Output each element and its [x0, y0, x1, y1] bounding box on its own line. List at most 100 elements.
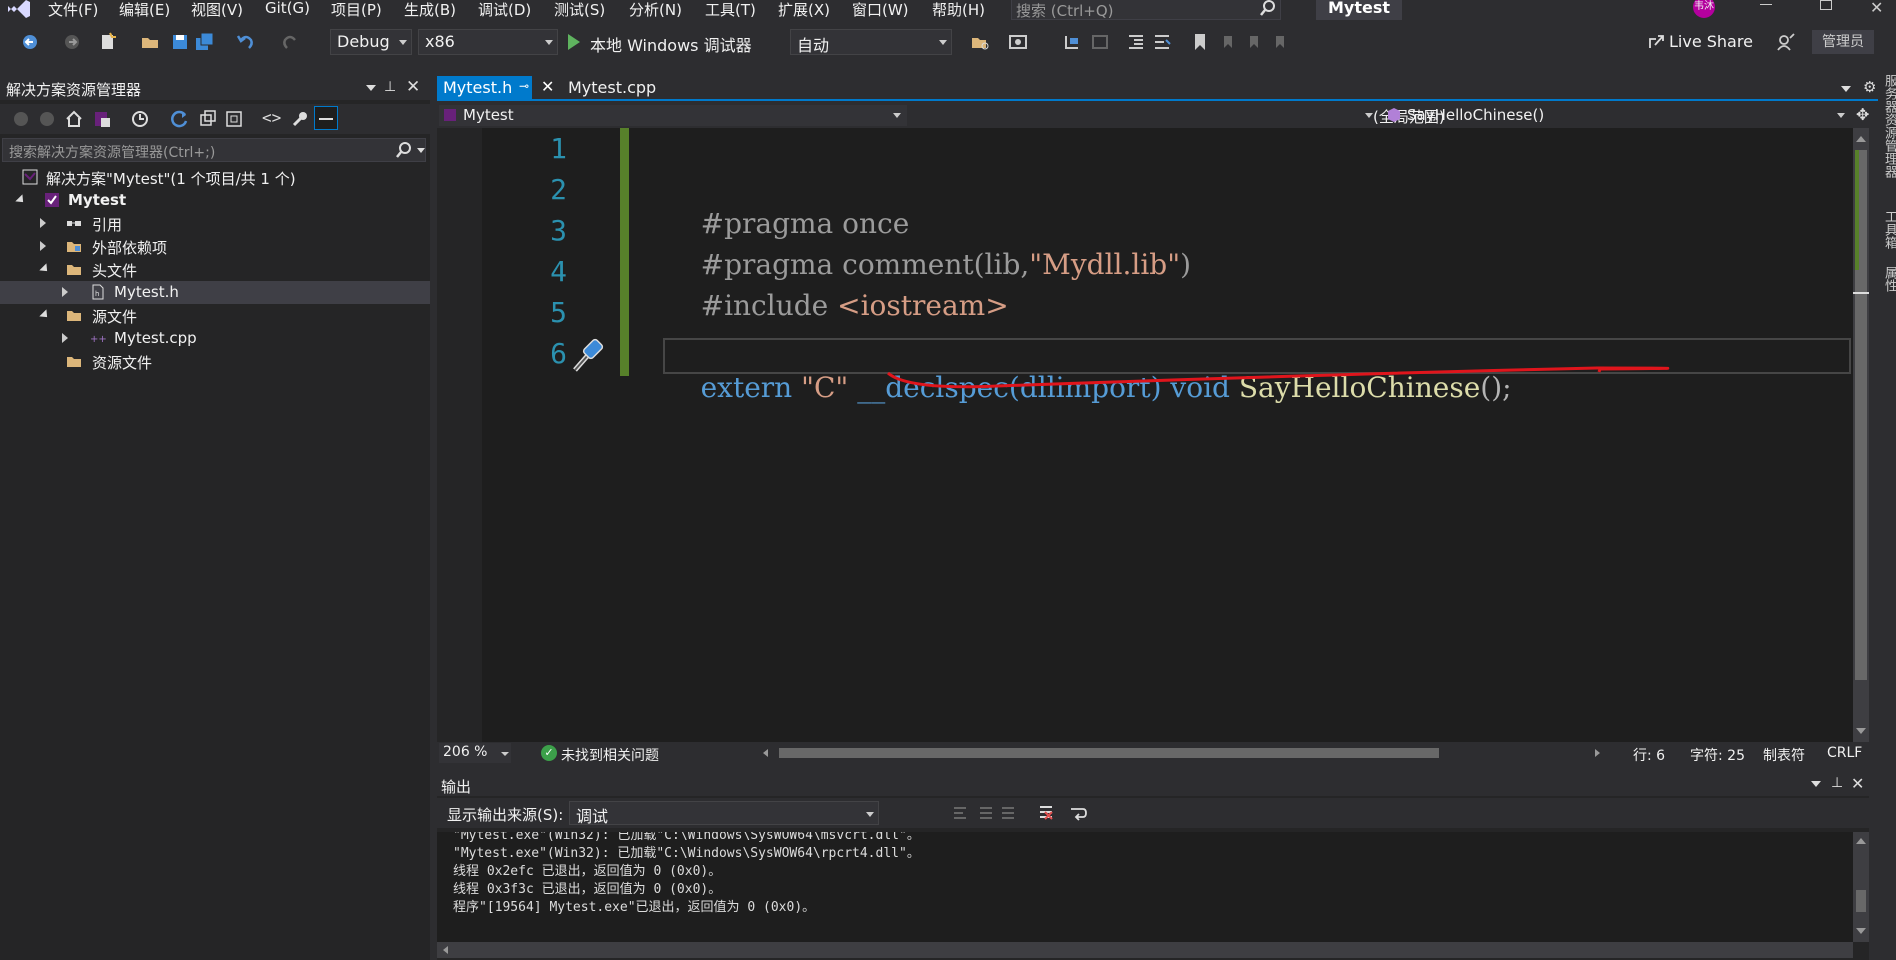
run-debugger-button[interactable]: 本地 Windows 调试器	[566, 29, 762, 55]
expanded-arrow-icon[interactable]	[15, 194, 27, 206]
server-explorer-tab[interactable]: 服务器资源管理器	[1880, 74, 1896, 178]
issues-text[interactable]: 未找到相关问题	[561, 745, 659, 765]
scrollbar-thumb[interactable]	[1856, 890, 1866, 912]
clear-all-icon[interactable]	[1037, 804, 1055, 822]
menu-view[interactable]: 视图(V)	[191, 0, 243, 20]
bookmark-icon[interactable]	[1190, 32, 1210, 52]
eol-indicator[interactable]: CRLF	[1827, 745, 1862, 761]
close-tab-icon[interactable]: ✕	[541, 77, 554, 96]
open-folder-icon[interactable]	[140, 32, 160, 52]
gear-icon[interactable]: ⚙	[1863, 78, 1876, 96]
forward-icon[interactable]	[62, 32, 82, 52]
output-horizontal-scrollbar[interactable]	[437, 942, 1853, 958]
menu-file[interactable]: 文件(F)	[48, 0, 98, 20]
auto-select[interactable]: 自动	[790, 29, 952, 55]
tree-item-header-files[interactable]: 头文件	[0, 258, 430, 281]
show-all-files-icon[interactable]	[224, 109, 244, 129]
switch-views-icon[interactable]	[92, 109, 112, 129]
forward-icon[interactable]	[38, 110, 56, 128]
tree-item-mytest-cpp[interactable]: ++ Mytest.cpp	[0, 327, 430, 350]
menu-window[interactable]: 窗口(W)	[852, 0, 909, 20]
platform-select[interactable]: x86	[418, 29, 558, 55]
search-input[interactable]: 搜索 (Ctrl+Q)	[1011, 0, 1281, 20]
collapsed-arrow-icon[interactable]	[40, 241, 46, 251]
output-text-area[interactable]: "Mytest.exe"(Win32): 已加载"C:\Windows\SysW…	[437, 832, 1853, 942]
outdent-icon[interactable]	[1126, 32, 1146, 52]
code-editor[interactable]: 1 2 3 4 5 6 #pragma once #pragma comment…	[437, 128, 1853, 742]
hscroll-right-icon[interactable]	[1595, 749, 1600, 757]
tree-item-project[interactable]: Mytest	[0, 189, 430, 212]
menu-extensions[interactable]: 扩展(X)	[778, 0, 830, 20]
find-message-icon[interactable]	[951, 804, 969, 822]
menu-test[interactable]: 测试(S)	[554, 0, 605, 20]
bookmark-clear-icon[interactable]	[1270, 32, 1290, 52]
prev-message-icon[interactable]	[977, 804, 995, 822]
tree-item-external-deps[interactable]: 外部依赖项	[0, 235, 430, 258]
redo-icon[interactable]	[280, 32, 300, 52]
screenshot-icon[interactable]	[1008, 32, 1028, 52]
expanded-arrow-icon[interactable]	[39, 263, 51, 275]
code-view-icon[interactable]: <>	[262, 108, 281, 127]
next-message-icon[interactable]	[999, 804, 1017, 822]
back-icon[interactable]	[20, 32, 40, 52]
horizontal-scrollbar-thumb[interactable]	[779, 748, 1439, 758]
zoom-select[interactable]: 206 %	[439, 743, 511, 763]
bookmark-prev-icon[interactable]	[1218, 32, 1238, 52]
member-arrow-icon[interactable]	[1837, 113, 1845, 118]
properties-tab[interactable]: 属性	[1880, 266, 1896, 292]
solution-search-input[interactable]: 搜索解决方案资源管理器(Ctrl+;)	[2, 138, 426, 162]
output-source-select[interactable]: 调试	[569, 801, 879, 826]
tab-list-dropdown-icon[interactable]	[1841, 86, 1851, 92]
undo-icon[interactable]	[236, 32, 256, 52]
hscroll-left-icon[interactable]	[763, 749, 768, 757]
scroll-down-icon[interactable]	[1856, 728, 1866, 734]
save-all-icon[interactable]	[195, 32, 215, 52]
dropdown-arrow-icon[interactable]	[366, 85, 376, 91]
project-dropdown[interactable]: Mytest	[439, 105, 907, 126]
menu-git[interactable]: Git(G)	[265, 0, 310, 17]
config-select[interactable]: Debug	[330, 29, 412, 55]
scope-arrow-icon[interactable]	[1365, 113, 1373, 118]
scroll-up-icon[interactable]	[1856, 136, 1866, 142]
step-over-icon[interactable]	[1090, 32, 1110, 52]
save-icon[interactable]	[170, 32, 190, 52]
vs-logo-icon[interactable]	[6, 0, 32, 18]
home-icon[interactable]	[64, 109, 84, 129]
expanded-arrow-icon[interactable]	[39, 309, 51, 321]
pin-icon[interactable]: ⊥	[1831, 775, 1843, 791]
history-icon[interactable]	[130, 109, 150, 129]
output-vertical-scrollbar[interactable]	[1853, 832, 1869, 942]
menu-analyze[interactable]: 分析(N)	[629, 0, 682, 20]
tree-item-solution[interactable]: 解决方案"Mytest"(1 个项目/共 1 个)	[0, 166, 430, 189]
step-icon[interactable]	[1062, 32, 1082, 52]
tabs-indicator[interactable]: 制表符	[1763, 745, 1805, 765]
bookmark-next-icon[interactable]	[1244, 32, 1264, 52]
split-editor-icon[interactable]: ✥	[1856, 105, 1872, 124]
folder-search-icon[interactable]	[970, 32, 990, 52]
feedback-icon[interactable]	[1776, 32, 1796, 52]
collapsed-arrow-icon[interactable]	[62, 333, 68, 343]
tree-item-resource-files[interactable]: 资源文件	[0, 350, 430, 373]
tree-item-references[interactable]: 引用	[0, 212, 430, 235]
tab-mytest-h[interactable]: Mytest.h	[437, 76, 532, 101]
collapsed-arrow-icon[interactable]	[62, 287, 68, 297]
new-item-icon[interactable]	[98, 32, 118, 52]
menu-build[interactable]: 生成(B)	[404, 0, 456, 20]
search-options-arrow-icon[interactable]	[417, 148, 425, 153]
word-wrap-icon[interactable]	[1069, 804, 1087, 822]
scroll-down-icon[interactable]	[1856, 928, 1866, 934]
refresh-icon[interactable]	[170, 109, 190, 129]
hscroll-left-icon[interactable]	[443, 946, 448, 954]
minimize-button[interactable]	[1760, 4, 1772, 5]
menu-edit[interactable]: 编辑(E)	[119, 0, 170, 20]
close-window-button[interactable]: ✕	[1870, 0, 1883, 17]
editor-vertical-scrollbar[interactable]	[1853, 128, 1869, 742]
menu-help[interactable]: 帮助(H)	[932, 0, 985, 20]
properties-wrench-icon[interactable]	[290, 109, 310, 129]
maximize-button[interactable]	[1820, 0, 1832, 10]
pin-icon[interactable]: ⊸	[519, 79, 529, 93]
tree-item-source-files[interactable]: 源文件	[0, 304, 430, 327]
scope-dropdown[interactable]: (全局范围)	[911, 105, 1813, 126]
comment-icon[interactable]	[1152, 32, 1172, 52]
close-icon[interactable]: ✕	[1851, 774, 1864, 793]
